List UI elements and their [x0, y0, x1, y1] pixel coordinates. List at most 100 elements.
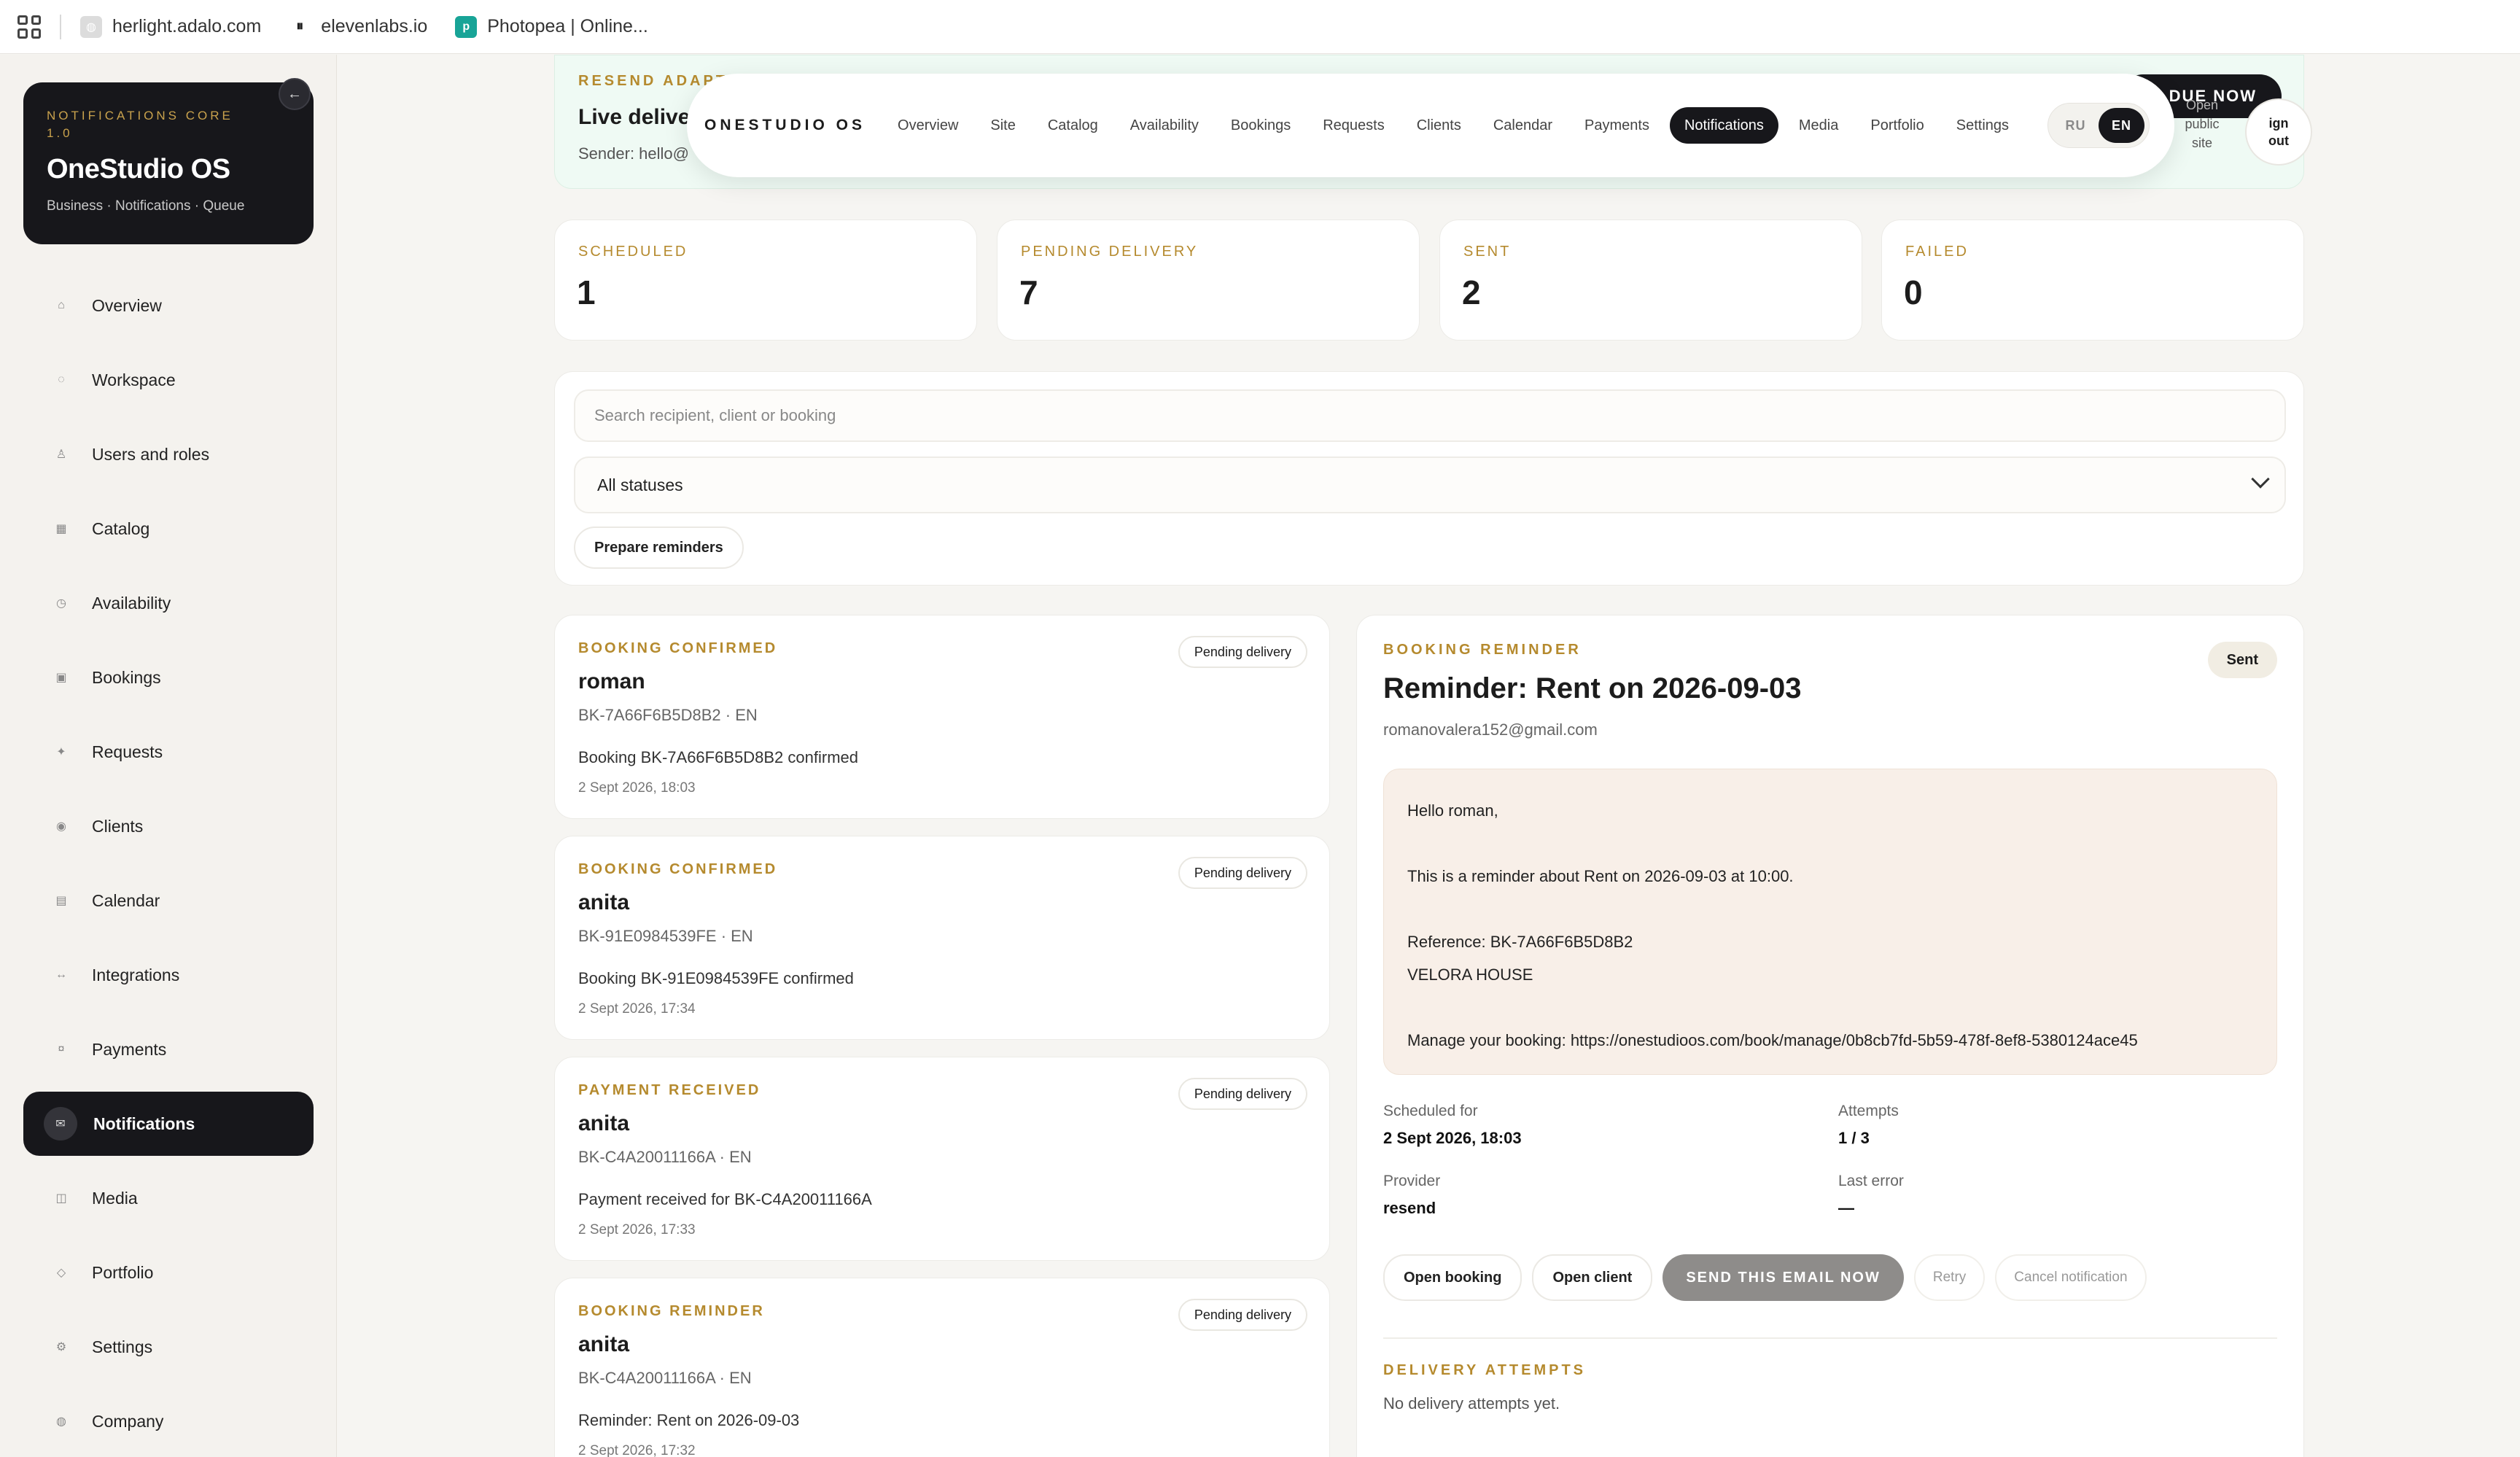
message-line: VELORA HOUSE — [1407, 965, 1533, 984]
button-text: out — [2268, 133, 2289, 148]
lang-en[interactable]: EN — [2099, 108, 2144, 143]
attempts-value: 1 / 3 — [1838, 1129, 1870, 1147]
language-switcher[interactable]: RU EN — [2048, 103, 2150, 148]
sidebar-item-label: Workspace — [92, 370, 176, 389]
sidebar-item-payments[interactable]: ¤ Payments — [23, 1017, 314, 1081]
payments-icon: ¤ — [58, 1043, 65, 1055]
notifications-icon: ✉ — [44, 1107, 77, 1141]
topbar-tab-calendar[interactable]: Calendar — [1493, 117, 1552, 134]
link-text: site — [2191, 136, 2212, 150]
topbar-tab-portfolio[interactable]: Portfolio — [1870, 117, 1924, 134]
topbar-tab-payments[interactable]: Payments — [1584, 117, 1649, 134]
topbar-brand: ONESTUDIO OS — [704, 117, 866, 133]
card-reference: BK-C4A20011166A · EN — [578, 1148, 752, 1166]
sidebar-item-settings[interactable]: ⚙ Settings — [23, 1315, 314, 1379]
topbar-tab-clients[interactable]: Clients — [1417, 117, 1461, 134]
bookmark-label: elevenlabs.io — [321, 16, 428, 36]
sidebar-item-catalog[interactable]: ▦ Catalog — [23, 497, 314, 561]
sidebar-item-portfolio[interactable]: ◇ Portfolio — [23, 1240, 314, 1305]
sidebar-item-label: Users and roles — [92, 444, 210, 464]
message-line: Reference: BK-7A66F6B5D8B2 — [1407, 933, 1633, 951]
status-select[interactable]: All statuses — [574, 456, 2286, 513]
notification-card[interactable]: BOOKING REMINDER Pending delivery anita … — [554, 1278, 1330, 1457]
message-preview: Hello roman, This is a reminder about Ren… — [1383, 769, 2277, 1075]
open-client-button[interactable]: Open client — [1532, 1254, 1653, 1301]
pause-icon: ⏸ — [296, 18, 304, 34]
topbar-tab-availability[interactable]: Availability — [1130, 117, 1199, 134]
status-badge: Pending delivery — [1178, 1078, 1307, 1110]
card-kicker: BOOKING CONFIRMED — [578, 861, 778, 877]
message-line — [1407, 827, 2253, 860]
card-recipient: roman — [578, 669, 645, 693]
company-icon: ◍ — [56, 1415, 66, 1428]
portfolio-icon: ◇ — [56, 1267, 66, 1279]
scheduled-label: Scheduled for — [1383, 1103, 1478, 1119]
card-message: Booking BK-7A66F6B5D8B2 confirmed — [578, 748, 858, 766]
topbar-tab-overview[interactable]: Overview — [898, 117, 958, 134]
integrations-icon: ↔ — [55, 968, 67, 981]
open-booking-button[interactable]: Open booking — [1383, 1254, 1522, 1301]
search-input[interactable]: Search recipient, client or booking — [574, 389, 2286, 442]
sidebar-item-label: Clients — [92, 816, 144, 836]
sidebar-item-label: Catalog — [92, 518, 150, 538]
stat-pending-delivery: PENDING DELIVERY 7 — [997, 219, 1420, 341]
workspace-icon: ◌ — [58, 373, 65, 386]
sidebar-item-users-and-roles[interactable]: ♙ Users and roles — [23, 422, 314, 486]
bookings-icon: ▣ — [55, 672, 67, 684]
bookmark-photopea[interactable]: p Photopea | Online... — [455, 15, 648, 38]
chevron-down-icon — [2251, 470, 2270, 489]
topbar-tab-site[interactable]: Site — [990, 117, 1015, 134]
detail-kicker: BOOKING REMINDER — [1383, 642, 1582, 658]
last-error-value: — — [1838, 1199, 1854, 1217]
sidebar-item-media[interactable]: ◫ Media — [23, 1166, 314, 1230]
prepare-reminders-button[interactable]: Prepare reminders — [574, 527, 744, 569]
sidebar-item-label: Overview — [92, 295, 162, 315]
open-public-site-link[interactable]: Open public site — [2174, 96, 2230, 152]
send-email-now-button[interactable]: SEND THIS EMAIL NOW — [1662, 1254, 1904, 1301]
status-badge: Sent — [2207, 642, 2277, 678]
card-recipient: anita — [578, 1111, 630, 1135]
sidebar-item-company[interactable]: ◍ Company — [23, 1389, 314, 1453]
brand-title: OneStudio OS — [47, 154, 230, 184]
sidebar-item-bookings[interactable]: ▣ Bookings — [23, 645, 314, 710]
lang-ru[interactable]: RU — [2053, 108, 2099, 143]
link-text: Open — [2185, 98, 2219, 112]
notification-card[interactable]: BOOKING CONFIRMED Pending delivery roman… — [554, 615, 1330, 819]
delivery-attempts-heading: DELIVERY ATTEMPTS — [1383, 1362, 1587, 1378]
topbar-tab-catalog[interactable]: Catalog — [1048, 117, 1098, 134]
topbar-tab-bookings[interactable]: Bookings — [1231, 117, 1291, 134]
retry-button[interactable]: Retry — [1913, 1254, 1986, 1301]
sidebar-item-calendar[interactable]: ▤ Calendar — [23, 869, 314, 933]
bookmark-label: herlight.adalo.com — [112, 16, 262, 36]
detail-title: Reminder: Rent on 2026-09-03 — [1383, 672, 1802, 704]
divider — [60, 14, 61, 39]
topbar-tab-media[interactable]: Media — [1799, 117, 1838, 134]
notification-card[interactable]: PAYMENT RECEIVED Pending delivery anita … — [554, 1057, 1330, 1261]
sign-out-button[interactable]: ign out — [2245, 98, 2312, 166]
sidebar: ← NOTIFICATIONS CORE 1.0 OneStudio OS Bu… — [0, 55, 337, 1457]
sidebar-item-availability[interactable]: ◷ Availability — [23, 571, 314, 635]
message-line — [1407, 893, 2253, 925]
apps-grid-icon[interactable] — [18, 15, 41, 39]
sidebar-item-integrations[interactable]: ↔ Integrations — [23, 943, 314, 1007]
topbar-tab-requests[interactable]: Requests — [1323, 117, 1385, 134]
status-badge: Pending delivery — [1178, 1299, 1307, 1331]
sidebar-item-label: Availability — [92, 593, 171, 613]
sidebar-item-overview[interactable]: ⌂ Overview — [23, 273, 314, 338]
sidebar-item-notifications[interactable]: ✉ Notifications — [23, 1092, 314, 1156]
notification-card[interactable]: BOOKING CONFIRMED Pending delivery anita… — [554, 836, 1330, 1040]
cancel-notification-button[interactable]: Cancel notification — [1995, 1254, 2147, 1301]
collapse-sidebar-icon[interactable]: ← — [279, 78, 311, 110]
status-select-value: All statuses — [597, 475, 683, 494]
sidebar-item-requests[interactable]: ✦ Requests — [23, 720, 314, 784]
topbar-tab-notifications[interactable]: Notifications — [1669, 107, 1778, 144]
button-text: ign — [2268, 116, 2289, 131]
sidebar-item-label: Media — [92, 1188, 138, 1208]
sidebar-item-label: Requests — [92, 742, 163, 761]
bookmark-herlight[interactable]: ◍ herlight.adalo.com — [80, 15, 262, 38]
stat-label: SENT — [1463, 244, 1512, 260]
sidebar-item-workspace[interactable]: ◌ Workspace — [23, 348, 314, 412]
sidebar-item-clients[interactable]: ◉ Clients — [23, 794, 314, 858]
bookmark-elevenlabs[interactable]: ⏸ elevenlabs.io — [289, 16, 427, 38]
topbar-tab-settings[interactable]: Settings — [1956, 117, 2009, 134]
